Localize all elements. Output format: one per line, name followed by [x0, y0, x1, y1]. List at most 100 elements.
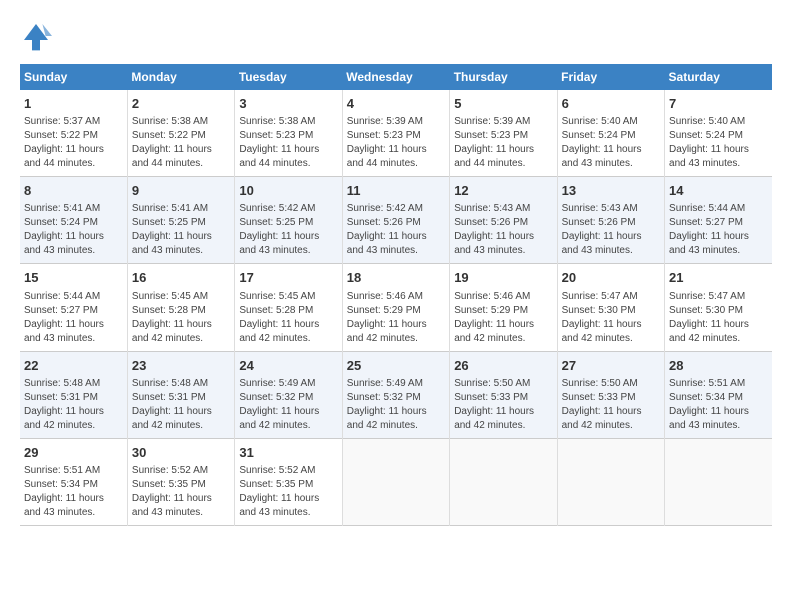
week-row-2: 8 Sunrise: 5:41 AM Sunset: 5:24 PM Daylig…: [20, 177, 772, 264]
day-info: Sunrise: 5:38 AM Sunset: 5:23 PM Dayligh…: [239, 115, 337, 171]
header-day-tuesday: Tuesday: [235, 64, 342, 90]
header-day-monday: Monday: [127, 64, 234, 90]
day-number: 9: [132, 182, 230, 200]
day-info: Sunrise: 5:51 AM Sunset: 5:34 PM Dayligh…: [669, 377, 768, 433]
day-info: Sunrise: 5:39 AM Sunset: 5:23 PM Dayligh…: [454, 115, 552, 171]
calendar-cell: 31 Sunrise: 5:52 AM Sunset: 5:35 PM Dayli…: [235, 438, 342, 525]
day-info: Sunrise: 5:45 AM Sunset: 5:28 PM Dayligh…: [132, 290, 230, 346]
page-header: [20, 20, 772, 52]
day-number: 8: [24, 182, 123, 200]
day-number: 2: [132, 95, 230, 113]
calendar-cell: 21 Sunrise: 5:47 AM Sunset: 5:30 PM Dayli…: [665, 264, 772, 351]
week-row-3: 15 Sunrise: 5:44 AM Sunset: 5:27 PM Dayli…: [20, 264, 772, 351]
calendar-cell: 17 Sunrise: 5:45 AM Sunset: 5:28 PM Dayli…: [235, 264, 342, 351]
calendar-cell: 18 Sunrise: 5:46 AM Sunset: 5:29 PM Dayli…: [342, 264, 449, 351]
day-info: Sunrise: 5:50 AM Sunset: 5:33 PM Dayligh…: [562, 377, 660, 433]
day-info: Sunrise: 5:52 AM Sunset: 5:35 PM Dayligh…: [132, 464, 230, 520]
day-number: 1: [24, 95, 123, 113]
calendar-cell: 15 Sunrise: 5:44 AM Sunset: 5:27 PM Dayli…: [20, 264, 127, 351]
day-number: 3: [239, 95, 337, 113]
header-day-wednesday: Wednesday: [342, 64, 449, 90]
day-info: Sunrise: 5:43 AM Sunset: 5:26 PM Dayligh…: [454, 202, 552, 258]
calendar-cell: 9 Sunrise: 5:41 AM Sunset: 5:25 PM Daylig…: [127, 177, 234, 264]
day-number: 19: [454, 269, 552, 287]
calendar-header: SundayMondayTuesdayWednesdayThursdayFrid…: [20, 64, 772, 90]
day-info: Sunrise: 5:49 AM Sunset: 5:32 PM Dayligh…: [239, 377, 337, 433]
day-number: 24: [239, 357, 337, 375]
day-info: Sunrise: 5:46 AM Sunset: 5:29 PM Dayligh…: [347, 290, 445, 346]
day-number: 22: [24, 357, 123, 375]
day-number: 11: [347, 182, 445, 200]
logo-icon: [20, 20, 52, 52]
day-info: Sunrise: 5:42 AM Sunset: 5:26 PM Dayligh…: [347, 202, 445, 258]
day-info: Sunrise: 5:39 AM Sunset: 5:23 PM Dayligh…: [347, 115, 445, 171]
day-info: Sunrise: 5:52 AM Sunset: 5:35 PM Dayligh…: [239, 464, 337, 520]
day-number: 6: [562, 95, 660, 113]
day-number: 25: [347, 357, 445, 375]
day-info: Sunrise: 5:42 AM Sunset: 5:25 PM Dayligh…: [239, 202, 337, 258]
day-info: Sunrise: 5:46 AM Sunset: 5:29 PM Dayligh…: [454, 290, 552, 346]
calendar-cell: 13Sunrise: 5:43 AM Sunset: 5:26 PM Dayli…: [557, 177, 664, 264]
calendar-body: 1 Sunrise: 5:37 AM Sunset: 5:22 PM Daylig…: [20, 90, 772, 525]
calendar-cell: 2 Sunrise: 5:38 AM Sunset: 5:22 PM Daylig…: [127, 90, 234, 177]
calendar-cell: 5 Sunrise: 5:39 AM Sunset: 5:23 PM Daylig…: [450, 90, 557, 177]
day-number: 16: [132, 269, 230, 287]
day-number: 15: [24, 269, 123, 287]
calendar-cell: 30Sunrise: 5:52 AM Sunset: 5:35 PM Dayli…: [127, 438, 234, 525]
day-number: 29: [24, 444, 123, 462]
calendar-cell: [665, 438, 772, 525]
calendar-cell: 27 Sunrise: 5:50 AM Sunset: 5:33 PM Dayli…: [557, 351, 664, 438]
day-info: Sunrise: 5:41 AM Sunset: 5:25 PM Dayligh…: [132, 202, 230, 258]
calendar-cell: 7 Sunrise: 5:40 AM Sunset: 5:24 PM Daylig…: [665, 90, 772, 177]
calendar-cell: 6 Sunrise: 5:40 AM Sunset: 5:24 PM Daylig…: [557, 90, 664, 177]
calendar-cell: 22Sunrise: 5:48 AM Sunset: 5:31 PM Dayli…: [20, 351, 127, 438]
day-info: Sunrise: 5:40 AM Sunset: 5:24 PM Dayligh…: [669, 115, 768, 171]
header-day-thursday: Thursday: [450, 64, 557, 90]
week-row-4: 22 Sunrise: 5:48 AM Sunset: 5:31 PM Dayli…: [20, 351, 772, 438]
day-info: Sunrise: 5:50 AM Sunset: 5:33 PM Dayligh…: [454, 377, 552, 433]
day-number: 18: [347, 269, 445, 287]
calendar-cell: 1 Sunrise: 5:37 AM Sunset: 5:22 PM Daylig…: [20, 90, 127, 177]
logo: [20, 20, 56, 52]
calendar-cell: 29Sunrise: 5:51 AM Sunset: 5:34 PM Dayli…: [20, 438, 127, 525]
day-info: Sunrise: 5:37 AM Sunset: 5:22 PM Dayligh…: [24, 115, 123, 171]
day-info: Sunrise: 5:49 AM Sunset: 5:32 PM Dayligh…: [347, 377, 445, 433]
day-number: 21: [669, 269, 768, 287]
day-number: 13: [562, 182, 660, 200]
calendar-cell: 8 Sunrise: 5:41 AM Sunset: 5:24 PM Daylig…: [20, 177, 127, 264]
calendar-cell: 20Sunrise: 5:47 AM Sunset: 5:30 PM Dayli…: [557, 264, 664, 351]
day-number: 31: [239, 444, 337, 462]
day-number: 12: [454, 182, 552, 200]
calendar-table: SundayMondayTuesdayWednesdayThursdayFrid…: [20, 64, 772, 526]
day-info: Sunrise: 5:45 AM Sunset: 5:28 PM Dayligh…: [239, 290, 337, 346]
day-number: 5: [454, 95, 552, 113]
day-info: Sunrise: 5:38 AM Sunset: 5:22 PM Dayligh…: [132, 115, 230, 171]
day-info: Sunrise: 5:47 AM Sunset: 5:30 PM Dayligh…: [669, 290, 768, 346]
calendar-cell: 23 Sunrise: 5:48 AM Sunset: 5:31 PM Dayli…: [127, 351, 234, 438]
header-row: SundayMondayTuesdayWednesdayThursdayFrid…: [20, 64, 772, 90]
calendar-cell: [342, 438, 449, 525]
calendar-cell: [450, 438, 557, 525]
day-info: Sunrise: 5:48 AM Sunset: 5:31 PM Dayligh…: [132, 377, 230, 433]
day-info: Sunrise: 5:44 AM Sunset: 5:27 PM Dayligh…: [24, 290, 123, 346]
calendar-cell: 4Sunrise: 5:39 AM Sunset: 5:23 PM Daylig…: [342, 90, 449, 177]
week-row-1: 1 Sunrise: 5:37 AM Sunset: 5:22 PM Daylig…: [20, 90, 772, 177]
day-number: 7: [669, 95, 768, 113]
calendar-cell: 26Sunrise: 5:50 AM Sunset: 5:33 PM Dayli…: [450, 351, 557, 438]
day-number: 14: [669, 182, 768, 200]
day-info: Sunrise: 5:41 AM Sunset: 5:24 PM Dayligh…: [24, 202, 123, 258]
calendar-cell: 16 Sunrise: 5:45 AM Sunset: 5:28 PM Dayli…: [127, 264, 234, 351]
calendar-cell: [557, 438, 664, 525]
calendar-cell: 24 Sunrise: 5:49 AM Sunset: 5:32 PM Dayli…: [235, 351, 342, 438]
day-info: Sunrise: 5:44 AM Sunset: 5:27 PM Dayligh…: [669, 202, 768, 258]
calendar-cell: 14 Sunrise: 5:44 AM Sunset: 5:27 PM Dayli…: [665, 177, 772, 264]
day-info: Sunrise: 5:40 AM Sunset: 5:24 PM Dayligh…: [562, 115, 660, 171]
day-number: 27: [562, 357, 660, 375]
header-day-friday: Friday: [557, 64, 664, 90]
day-number: 20: [562, 269, 660, 287]
day-number: 23: [132, 357, 230, 375]
calendar-cell: 25 Sunrise: 5:49 AM Sunset: 5:32 PM Dayli…: [342, 351, 449, 438]
calendar-cell: 28Sunrise: 5:51 AM Sunset: 5:34 PM Dayli…: [665, 351, 772, 438]
calendar-cell: 11 Sunrise: 5:42 AM Sunset: 5:26 PM Dayli…: [342, 177, 449, 264]
day-number: 17: [239, 269, 337, 287]
